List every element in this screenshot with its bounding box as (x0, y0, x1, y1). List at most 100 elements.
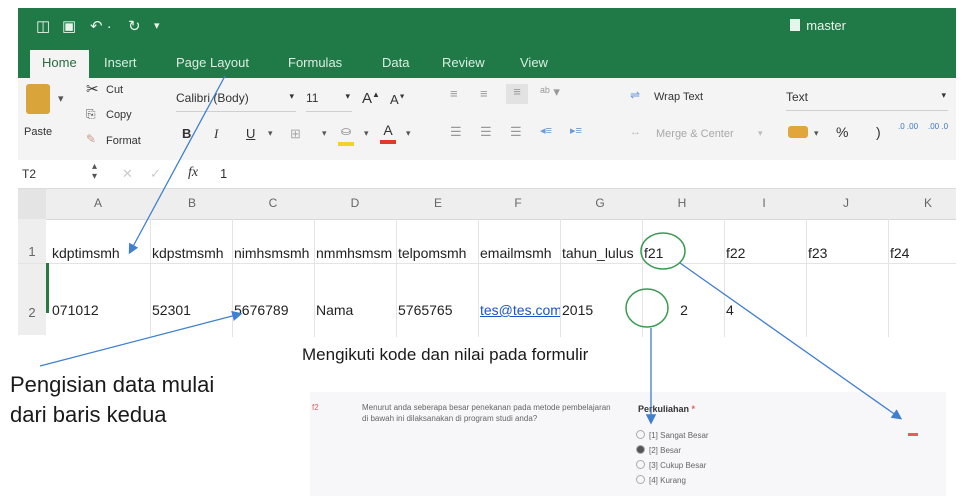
align-center-icon[interactable]: ☰ (480, 124, 492, 140)
cell-b1[interactable]: kdpstmsmh (152, 245, 232, 261)
tab-page-layout[interactable]: Page Layout (176, 55, 249, 70)
column-header-k[interactable]: K (918, 196, 938, 210)
increase-decimal-button[interactable]: .0 .00 (898, 122, 920, 131)
row-header-2[interactable]: 2 (18, 263, 46, 335)
select-all-corner[interactable] (18, 189, 46, 219)
align-bottom-icon[interactable]: ≡ (506, 84, 528, 104)
cell-e2[interactable]: 5765765 (398, 302, 478, 318)
chevron-down-icon[interactable]: ▾ (814, 128, 819, 139)
cell-d1[interactable]: nmmhsmsm (316, 245, 396, 261)
column-header-f[interactable]: F (508, 196, 528, 210)
align-left-icon[interactable]: ☰ (450, 124, 462, 140)
chevron-down-icon[interactable]: ▾ (406, 128, 411, 139)
cell-a1[interactable]: kdptimsmh (52, 245, 148, 261)
comma-button[interactable]: ) (876, 124, 881, 140)
customize-icon[interactable]: ▾ (154, 19, 160, 32)
chevron-down-icon[interactable]: ▾ (364, 128, 369, 139)
chevron-down-icon[interactable]: ▾ (322, 128, 327, 139)
shrink-font-button[interactable]: A▼ (390, 92, 406, 107)
formula-value[interactable]: 1 (220, 166, 227, 181)
bold-button[interactable]: B (182, 126, 191, 141)
column-header-j[interactable]: J (836, 196, 856, 210)
option-2[interactable]: [2] Besar (636, 445, 681, 456)
option-4[interactable]: [4] Kurang (636, 475, 686, 486)
borders-icon[interactable]: ⊞ (290, 126, 301, 142)
cancel-icon[interactable]: ✕ (122, 166, 133, 182)
tab-view[interactable]: View (520, 55, 548, 70)
function-icon[interactable]: fx (188, 165, 198, 181)
paste-dropdown-icon[interactable]: ▾ (58, 92, 64, 105)
save-icon[interactable]: ▣ (62, 17, 76, 35)
font-name-select[interactable]: Calibri (Body) ▾ (176, 91, 296, 112)
row-header-1[interactable]: 1 (18, 219, 46, 263)
column-divider (232, 219, 233, 337)
font-size-select[interactable]: 11 ▾ (306, 91, 352, 112)
column-header-h[interactable]: H (672, 196, 692, 210)
decrease-decimal-button[interactable]: .00 .0 (928, 122, 950, 131)
wrap-text-button[interactable]: Wrap Text (654, 91, 703, 103)
orientation-icon[interactable]: ᵃᵇ ▾ (540, 84, 560, 100)
tab-review[interactable]: Review (442, 55, 485, 70)
paste-button[interactable]: Paste (24, 126, 52, 138)
column-header-b[interactable]: B (182, 196, 202, 210)
undo-icon[interactable]: ↶ · (90, 17, 112, 35)
copy-icon[interactable]: ⎘ (86, 107, 96, 122)
number-format-select[interactable]: Text ▾ (786, 90, 948, 111)
cell-f1[interactable]: emailmsmh (480, 245, 560, 261)
option-1[interactable]: [1] Sangat Besar (636, 430, 709, 441)
cell-i2[interactable]: 4 (726, 302, 806, 318)
cut-button[interactable]: Cut (106, 84, 123, 96)
column-header-i[interactable]: I (754, 196, 774, 210)
chevron-down-icon[interactable]: ▾ (268, 128, 273, 139)
scissors-icon[interactable]: ✂ (86, 80, 99, 98)
column-header-d[interactable]: D (345, 196, 365, 210)
name-box-stepper-icon[interactable]: ▴ ▾ (92, 162, 97, 182)
column-header-c[interactable]: C (263, 196, 283, 210)
column-header-a[interactable]: A (88, 196, 108, 210)
cell-c1[interactable]: nimhsmsmh (234, 245, 314, 261)
paste-icon[interactable] (26, 84, 50, 114)
currency-icon[interactable] (788, 126, 808, 138)
tab-formulas[interactable]: Formulas (288, 55, 342, 70)
underline-button[interactable]: U (246, 126, 255, 141)
merge-center-button[interactable]: Merge & Center (656, 128, 734, 140)
cell-c2[interactable]: 5676789 (234, 302, 314, 318)
format-painter-button[interactable]: Format (106, 135, 141, 147)
option-3[interactable]: [3] Cukup Besar (636, 460, 706, 471)
redo-icon[interactable]: ↻ (128, 17, 141, 35)
tab-insert[interactable]: Insert (104, 55, 137, 70)
align-right-icon[interactable]: ☰ (510, 124, 522, 140)
cell-f2[interactable]: tes@tes.com (480, 302, 560, 318)
align-middle-icon[interactable]: ≡ (480, 86, 488, 101)
name-box[interactable]: T2 (22, 167, 36, 181)
italic-button[interactable]: I (214, 126, 218, 142)
column-header-g[interactable]: G (590, 196, 610, 210)
cell-k1[interactable]: f24 (890, 245, 954, 261)
cell-e1[interactable]: telpomsmh (398, 245, 478, 261)
cell-b2[interactable]: 52301 (152, 302, 232, 318)
cell-h2[interactable]: 2 (644, 302, 724, 318)
required-marker-icon: ▬ (908, 428, 918, 439)
check-icon[interactable]: ✓ (150, 166, 161, 182)
tab-home[interactable]: Home (30, 50, 89, 78)
decrease-indent-icon[interactable]: ◂≡ (540, 124, 552, 137)
percent-button[interactable]: % (836, 124, 848, 140)
cell-d2[interactable]: Nama (316, 302, 396, 318)
cell-j1[interactable]: f23 (808, 245, 888, 261)
column-header-e[interactable]: E (428, 196, 448, 210)
cell-i1[interactable]: f22 (726, 245, 806, 261)
format-painter-icon[interactable]: ✎ (86, 132, 96, 146)
layout-icon[interactable]: ◫ (36, 17, 50, 35)
cell-g1[interactable]: tahun_lulus (562, 245, 644, 261)
fill-color-icon[interactable]: ⛀ (338, 124, 354, 146)
increase-indent-icon[interactable]: ▸≡ (570, 124, 582, 137)
cell-g2[interactable]: 2015 (562, 302, 642, 318)
align-top-icon[interactable]: ≡ (450, 86, 458, 101)
font-color-button[interactable]: A (380, 122, 396, 144)
copy-button[interactable]: Copy (106, 109, 132, 121)
chevron-down-icon[interactable]: ▾ (758, 128, 763, 139)
cell-h1[interactable]: f21 (644, 245, 724, 261)
grow-font-button[interactable]: A▲ (362, 90, 380, 107)
tab-data[interactable]: Data (382, 55, 409, 70)
cell-a2[interactable]: 071012 (52, 302, 148, 318)
